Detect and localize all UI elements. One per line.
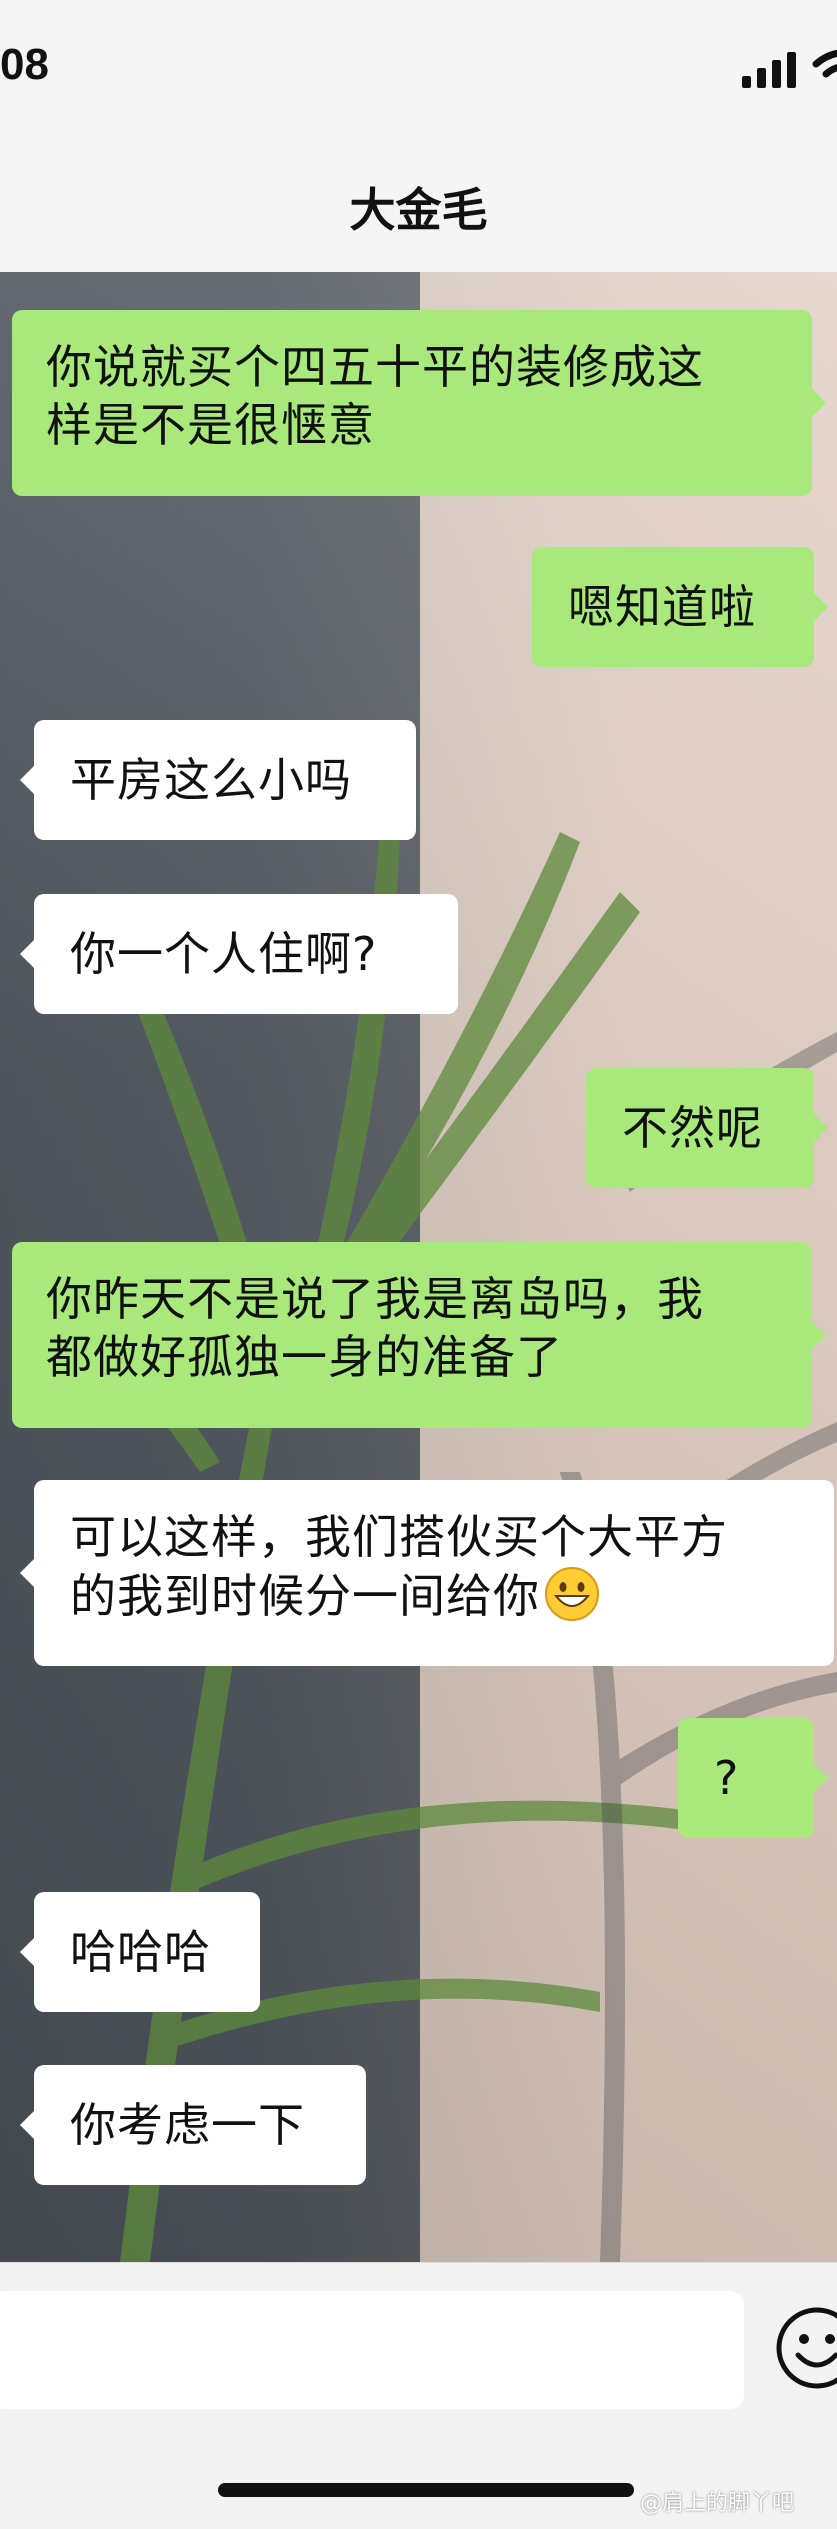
- grinning-face-icon: [545, 1567, 599, 1621]
- chat-title[interactable]: 大金毛: [0, 174, 837, 240]
- message-text: ?: [714, 1751, 740, 1805]
- message-text: 嗯知道啦: [568, 580, 756, 634]
- message-text: 你昨天不是说了我是离岛吗，我: [46, 1272, 704, 1326]
- message-bubble-sent[interactable]: 不然呢: [586, 1068, 828, 1188]
- chat-message-list[interactable]: 你说就买个四五十平的装修成这 样是不是很惬意 嗯知道啦 平房这么小吗 你一个人住…: [0, 272, 837, 2262]
- message-text: 你考虑一下: [70, 2098, 305, 2152]
- message-text: 不然呢: [622, 1101, 763, 1155]
- wifi-icon: [812, 50, 837, 78]
- message-bubble-received[interactable]: 哈哈哈: [20, 1892, 260, 2012]
- smiley-icon[interactable]: [772, 2303, 837, 2393]
- message-text: 哈哈哈: [70, 1925, 211, 1979]
- message-text: 都做好孤独一身的准备了: [46, 1330, 563, 1384]
- home-indicator[interactable]: [218, 2483, 634, 2497]
- message-bubble-received[interactable]: 平房这么小吗: [20, 720, 416, 840]
- chat-screen: 08 大金毛 你说就买个四五十平的装修成这 样是不是很惬意 嗯知道啦 平房这么小…: [0, 0, 837, 2529]
- watermark: @肩上的脚丫吧: [640, 2491, 795, 2516]
- message-input[interactable]: [0, 2291, 744, 2409]
- message-text: 你说就买个四五十平的装修成这: [46, 340, 704, 394]
- message-text: 的我到时候分一间给你: [70, 1569, 540, 1623]
- message-bubble-received[interactable]: 你一个人住啊?: [20, 894, 458, 1014]
- navigation-bar: 大金毛: [0, 140, 837, 273]
- status-time: 08: [0, 40, 49, 89]
- message-input-bar: @肩上的脚丫吧: [0, 2262, 837, 2529]
- message-text: 可以这样，我们搭伙买个大平方: [70, 1510, 728, 1564]
- message-bubble-sent[interactable]: 你昨天不是说了我是离岛吗，我 都做好孤独一身的准备了: [12, 1242, 826, 1428]
- message-bubble-sent[interactable]: 你说就买个四五十平的装修成这 样是不是很惬意: [12, 310, 826, 496]
- message-bubble-received[interactable]: 你考虑一下: [20, 2065, 366, 2185]
- cellular-signal-icon: [742, 52, 798, 88]
- message-bubble-received[interactable]: 可以这样，我们搭伙买个大平方 的我到时候分一间给你: [20, 1480, 834, 1666]
- message-text: 样是不是很惬意: [46, 398, 375, 452]
- message-text: 平房这么小吗: [70, 753, 352, 807]
- message-bubble-sent[interactable]: 嗯知道啦: [532, 547, 828, 667]
- message-text: 你一个人住啊?: [70, 927, 378, 981]
- message-bubble-sent[interactable]: ?: [678, 1718, 828, 1838]
- status-bar: 08: [0, 0, 837, 140]
